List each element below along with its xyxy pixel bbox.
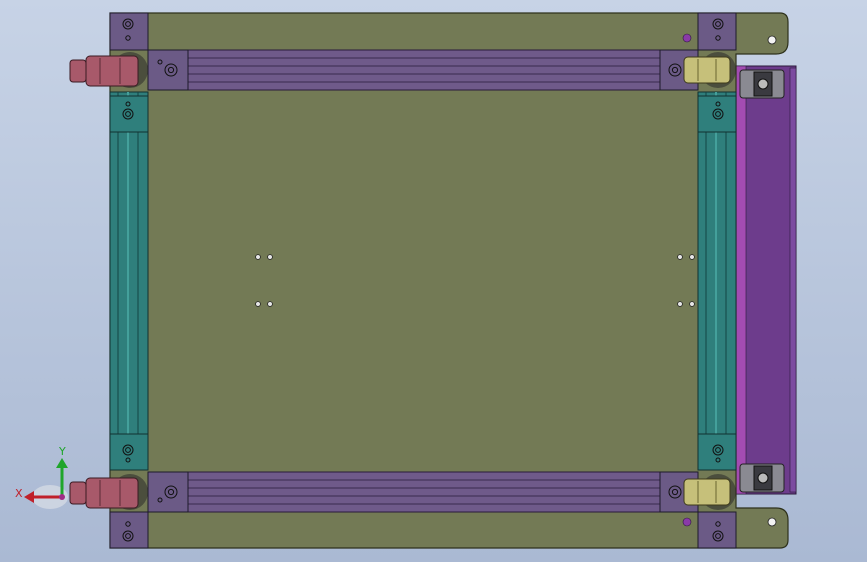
axis-y-label: Y bbox=[58, 445, 66, 458]
bracket-top-left bbox=[109, 12, 149, 51]
bracket-bottom-right bbox=[697, 511, 737, 549]
purple-pin bbox=[682, 33, 692, 43]
right-side-rail bbox=[697, 91, 737, 471]
bracket-side-tr bbox=[697, 95, 737, 133]
caster-bottom-right bbox=[683, 474, 736, 510]
bracket-top-right bbox=[697, 12, 737, 51]
caster-bottom-left bbox=[69, 474, 148, 510]
bracket-bottom-left bbox=[109, 511, 149, 549]
mount-hole bbox=[767, 517, 777, 527]
hinge-top bbox=[739, 69, 785, 99]
cad-viewport[interactable]: Y X bbox=[0, 0, 867, 562]
mount-hole bbox=[767, 35, 777, 45]
bracket-side-tl bbox=[109, 95, 149, 133]
hinge-bottom bbox=[739, 463, 785, 493]
base-plate bbox=[109, 12, 789, 549]
left-side-rail bbox=[109, 91, 149, 471]
right-handle-bar bbox=[735, 65, 797, 495]
axis-triad: Y X bbox=[15, 445, 68, 509]
top-rail bbox=[147, 49, 699, 91]
axis-x-label: X bbox=[15, 487, 23, 500]
caster-top-left bbox=[69, 52, 148, 88]
bottom-rail bbox=[147, 471, 699, 513]
purple-pin bbox=[682, 517, 692, 527]
caster-top-right bbox=[683, 52, 736, 88]
